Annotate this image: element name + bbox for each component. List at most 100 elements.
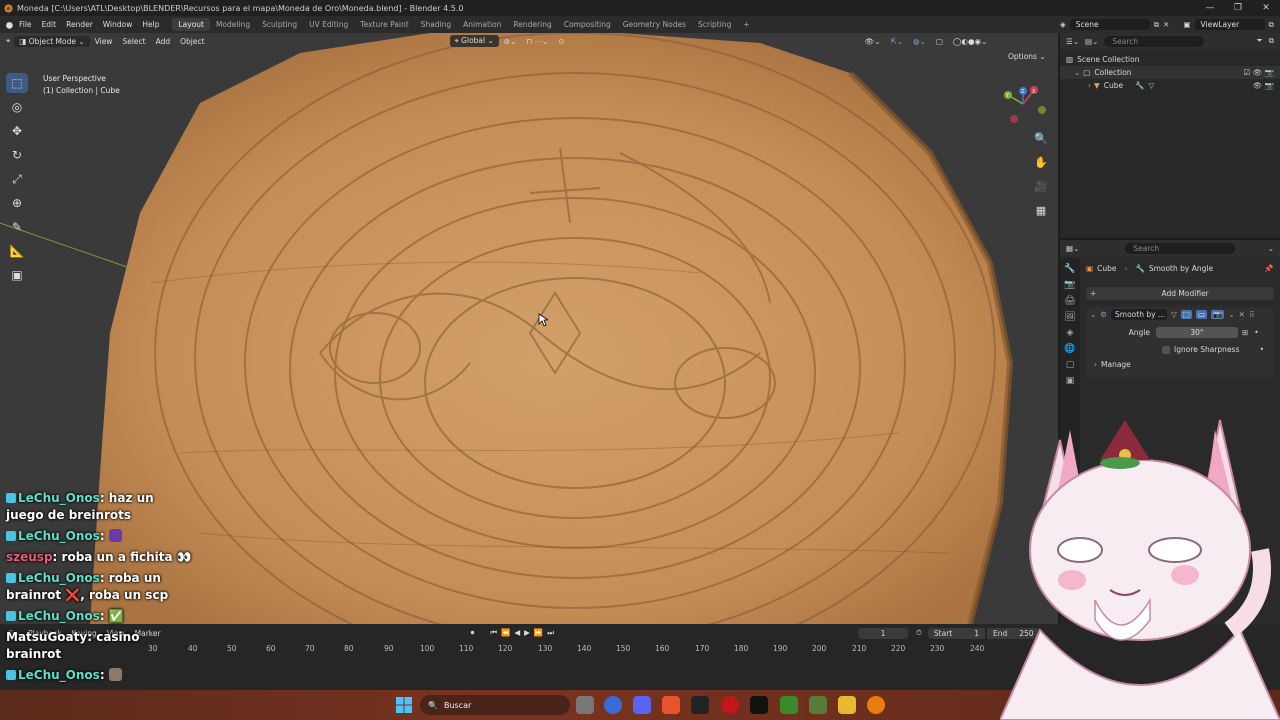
edit-mode-toggle-icon[interactable]: ▽ xyxy=(1171,310,1177,319)
file-explorer-icon[interactable] xyxy=(838,696,856,714)
app-red-icon[interactable] xyxy=(721,696,739,714)
pan-hand-icon[interactable]: ✋ xyxy=(1032,153,1050,171)
outliner-row-collection[interactable]: ⌄ ▢ Collection ☑ 👁 📷 xyxy=(1060,66,1280,79)
current-frame-field[interactable]: 1 xyxy=(858,627,909,639)
new-scene-icon[interactable]: ⧉ xyxy=(1154,20,1159,30)
cage-toggle-icon[interactable]: ⬚ xyxy=(1180,310,1192,319)
view-menu[interactable]: View xyxy=(90,37,118,46)
viewport-toggle-icon[interactable]: ▭ xyxy=(1195,310,1207,319)
object-menu[interactable]: Object xyxy=(175,37,209,46)
pin-icon[interactable]: 📌 xyxy=(1264,264,1273,273)
outliner-filter-display-icon[interactable]: ▤⌄ xyxy=(1085,37,1098,46)
annotate-tool-icon[interactable]: ✎ xyxy=(6,217,28,237)
xray-icon[interactable]: ▢ xyxy=(931,37,948,46)
minimize-button[interactable]: — xyxy=(1196,3,1224,13)
cursor-tool-icon[interactable]: ◎ xyxy=(6,97,28,117)
menu-help[interactable]: Help xyxy=(137,20,164,30)
outliner-row-cube[interactable]: › ▼ Cube 🔧 ▽ 👁 📷 xyxy=(1060,79,1280,92)
node-socket-icon[interactable]: ⊞ xyxy=(1242,328,1248,337)
options-dropdown[interactable]: Options ⌄ xyxy=(1008,52,1046,61)
view-layer-tab-icon[interactable]: 🖼 xyxy=(1064,312,1075,322)
pivot-icon[interactable]: ⊚⌄ xyxy=(499,37,522,46)
tab-texture-paint[interactable]: Texture Paint xyxy=(354,18,414,31)
close-button[interactable]: ✕ xyxy=(1252,3,1280,13)
delete-scene-icon[interactable]: ✕ xyxy=(1163,20,1169,29)
angle-animate-icon[interactable]: • xyxy=(1254,328,1258,337)
menu-render[interactable]: Render xyxy=(61,20,98,30)
brave-icon[interactable] xyxy=(662,696,680,714)
outliner-editor-icon[interactable]: ☰⌄ xyxy=(1066,37,1079,46)
capcut-icon[interactable] xyxy=(691,696,709,714)
render-tab-icon[interactable]: 📷 xyxy=(1064,280,1075,290)
scene-field[interactable]: Scene xyxy=(1069,19,1150,30)
modifier-dropdown-icon[interactable]: ⌄ xyxy=(1228,310,1234,319)
discord-icon[interactable] xyxy=(633,696,651,714)
tab-rendering[interactable]: Rendering xyxy=(507,18,557,31)
output-tab-icon[interactable]: 🖨 xyxy=(1064,296,1075,306)
minecraft-icon[interactable] xyxy=(780,696,798,714)
measure-tool-icon[interactable]: 📐 xyxy=(6,241,28,261)
tab-modeling[interactable]: Modeling xyxy=(210,18,256,31)
world-tab-icon[interactable]: 🌐 xyxy=(1064,344,1075,354)
minecraft-launcher-icon[interactable] xyxy=(809,696,827,714)
outliner-filter-icon[interactable]: ⏷ xyxy=(1257,36,1263,46)
tab-animation[interactable]: Animation xyxy=(457,18,507,31)
start-frame-field[interactable]: Start 1 xyxy=(927,627,985,639)
object-tab-icon[interactable]: ▣ xyxy=(1066,376,1075,386)
tab-scripting[interactable]: Scripting xyxy=(692,18,737,31)
expand-collection-icon[interactable]: ⌄ xyxy=(1074,68,1080,77)
windows-start-icon[interactable] xyxy=(396,697,412,713)
transform-tool-icon[interactable]: ⊕ xyxy=(6,193,28,213)
rotate-tool-icon[interactable]: ↻ xyxy=(6,145,28,165)
properties-search-input[interactable]: Search xyxy=(1125,242,1236,254)
visibility-icon[interactable]: 👁⌄ xyxy=(860,37,886,46)
move-tool-icon[interactable]: ✥ xyxy=(6,121,28,141)
expand-cube-icon[interactable]: › xyxy=(1088,81,1091,90)
tiktok-icon[interactable] xyxy=(750,696,768,714)
outliner-search-input[interactable]: Search xyxy=(1104,35,1205,47)
editor-type-icon[interactable]: ⌖ xyxy=(6,36,10,46)
properties-options-icon[interactable]: ⌄ xyxy=(1268,244,1274,253)
proportional-edit-icon[interactable]: ⊙ xyxy=(553,37,569,46)
modifier-name-field[interactable]: Smooth by ... xyxy=(1111,309,1168,320)
preview-range-icon[interactable]: ⏱ xyxy=(916,628,922,638)
render-toggle-icon[interactable]: 📷 xyxy=(1211,310,1225,319)
scale-tool-icon[interactable]: ⤢ xyxy=(6,169,28,189)
zoom-icon[interactable]: 🔍 xyxy=(1032,129,1050,147)
maximize-button[interactable]: ❐ xyxy=(1224,3,1252,13)
transform-orientation-dropdown[interactable]: ⌖ Global ⌄ xyxy=(449,35,499,47)
grid-view-icon[interactable]: ▦ xyxy=(1032,201,1050,219)
taskbar-search[interactable]: 🔍 Buscar xyxy=(420,695,570,715)
new-collection-icon[interactable]: ⧉ xyxy=(1269,36,1274,46)
angle-field[interactable]: 30° xyxy=(1156,327,1238,338)
tool-tab-icon[interactable]: 🔧 xyxy=(1064,264,1075,274)
ignore-sharpness-checkbox[interactable] xyxy=(1162,345,1170,354)
blender-menu-icon[interactable] xyxy=(4,20,14,30)
modifier-pin-icon[interactable]: ⠿ xyxy=(1249,310,1255,319)
sharpness-animate-icon[interactable]: • xyxy=(1260,345,1264,354)
tab-geometry-nodes[interactable]: Geometry Nodes xyxy=(617,18,692,31)
menu-edit[interactable]: Edit xyxy=(37,20,62,30)
blender-taskbar-icon[interactable] xyxy=(867,696,885,714)
menu-window[interactable]: Window xyxy=(98,20,138,30)
tab-layout[interactable]: Layout xyxy=(172,18,210,31)
tab-compositing[interactable]: Compositing xyxy=(558,18,617,31)
object-mode-dropdown[interactable]: ◨ Object Mode ⌄ xyxy=(14,35,90,47)
remove-modifier-icon[interactable]: ✕ xyxy=(1239,310,1245,319)
add-menu[interactable]: Add xyxy=(151,37,176,46)
add-workspace-icon[interactable]: + xyxy=(737,18,755,31)
collection-visibility-toggles[interactable]: ☑ 👁 📷 xyxy=(1244,68,1274,77)
viewlayer-field[interactable]: ViewLayer xyxy=(1194,19,1265,30)
tab-sculpting[interactable]: Sculpting xyxy=(256,18,303,31)
collapse-modifier-icon[interactable]: ⌄ xyxy=(1090,310,1096,319)
gizmo-toggle-icon[interactable]: ⇱⌄ xyxy=(886,37,909,46)
collection-tab-icon[interactable]: ▢ xyxy=(1066,360,1075,370)
add-modifier-button[interactable]: + Add Modifier xyxy=(1086,287,1274,300)
outliner-row-scene-collection[interactable]: ▨ Scene Collection xyxy=(1060,53,1280,66)
navigation-gizmo[interactable]: X Y Z xyxy=(996,77,1050,131)
select-menu[interactable]: Select xyxy=(117,37,150,46)
shading-modes-icon[interactable]: ◯◐●◉⌄ xyxy=(948,37,992,46)
add-cube-tool-icon[interactable]: ▣ xyxy=(6,265,28,285)
new-viewlayer-icon[interactable]: ⧉ xyxy=(1269,20,1274,30)
playback-controls[interactable]: ⏮⏪◀▶⏩⏭ xyxy=(490,628,558,638)
